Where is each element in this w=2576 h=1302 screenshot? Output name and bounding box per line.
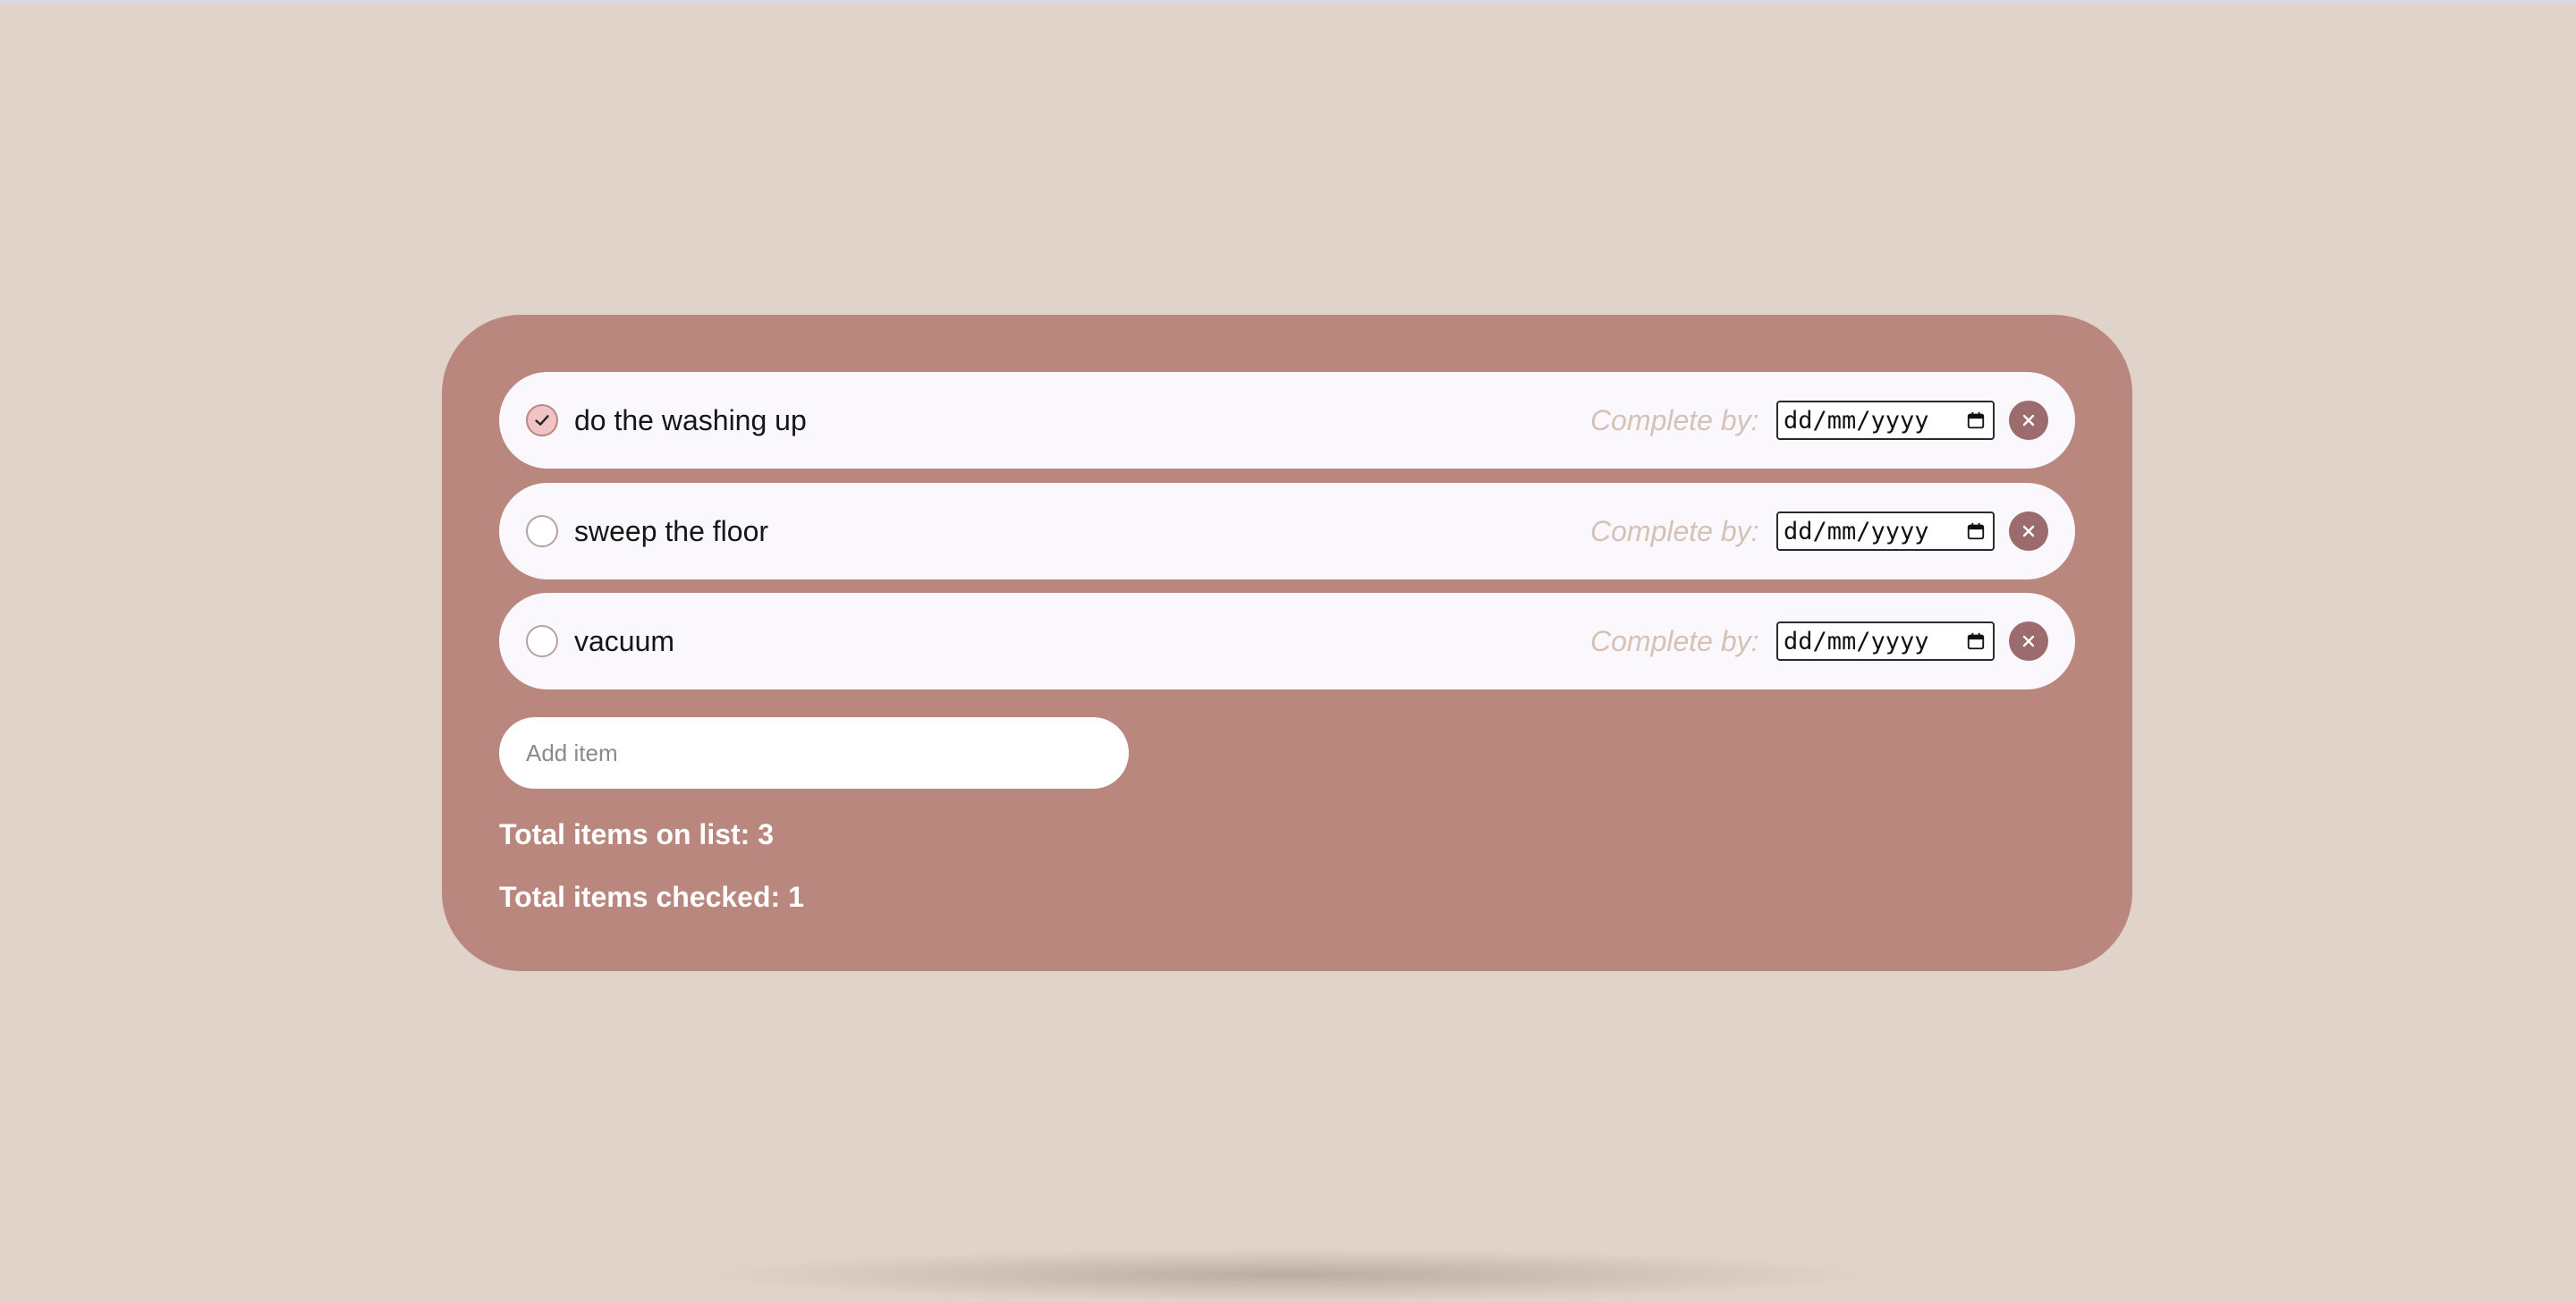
checked-items-count: Total items checked: 1 xyxy=(499,881,804,913)
complete-by-label: Complete by: xyxy=(1590,404,1759,436)
item-label: do the washing up xyxy=(574,404,807,436)
checkmark-icon xyxy=(535,415,549,426)
remove-item-button[interactable] xyxy=(2009,401,2048,440)
list-item: do the washing up Complete by: dd/mm/yyy… xyxy=(499,372,2075,469)
remove-item-button[interactable] xyxy=(2009,512,2048,551)
item-checkbox[interactable] xyxy=(526,515,558,547)
list-item: sweep the floor Complete by: dd/mm/yyyy xyxy=(499,483,2075,579)
calendar-icon[interactable] xyxy=(1966,631,1986,651)
date-input[interactable]: dd/mm/yyyy xyxy=(1776,401,1995,440)
item-checkbox[interactable] xyxy=(526,404,558,436)
date-input[interactable]: dd/mm/yyyy xyxy=(1776,512,1995,551)
add-item-input[interactable] xyxy=(499,717,1129,789)
close-icon xyxy=(2022,414,2035,427)
date-placeholder: dd/mm/yyyy xyxy=(1784,517,1929,545)
date-placeholder: dd/mm/yyyy xyxy=(1784,627,1929,655)
item-label: sweep the floor xyxy=(574,515,769,547)
list-item: vacuum Complete by: dd/mm/yyyy xyxy=(499,593,2075,689)
bottom-shadow xyxy=(698,1248,1878,1302)
date-input[interactable]: dd/mm/yyyy xyxy=(1776,621,1995,661)
date-placeholder: dd/mm/yyyy xyxy=(1784,406,1929,435)
complete-by-label: Complete by: xyxy=(1590,625,1759,657)
item-label: vacuum xyxy=(574,625,675,657)
remove-item-button[interactable] xyxy=(2009,621,2048,661)
close-icon xyxy=(2022,525,2035,537)
total-items-count: Total items on list: 3 xyxy=(499,818,774,850)
close-icon xyxy=(2022,635,2035,647)
calendar-icon[interactable] xyxy=(1966,410,1986,430)
todo-card: do the washing up Complete by: dd/mm/yyy… xyxy=(442,315,2132,971)
window-top-edge xyxy=(0,0,2576,4)
complete-by-label: Complete by: xyxy=(1590,515,1759,547)
item-checkbox[interactable] xyxy=(526,625,558,657)
calendar-icon[interactable] xyxy=(1966,521,1986,541)
